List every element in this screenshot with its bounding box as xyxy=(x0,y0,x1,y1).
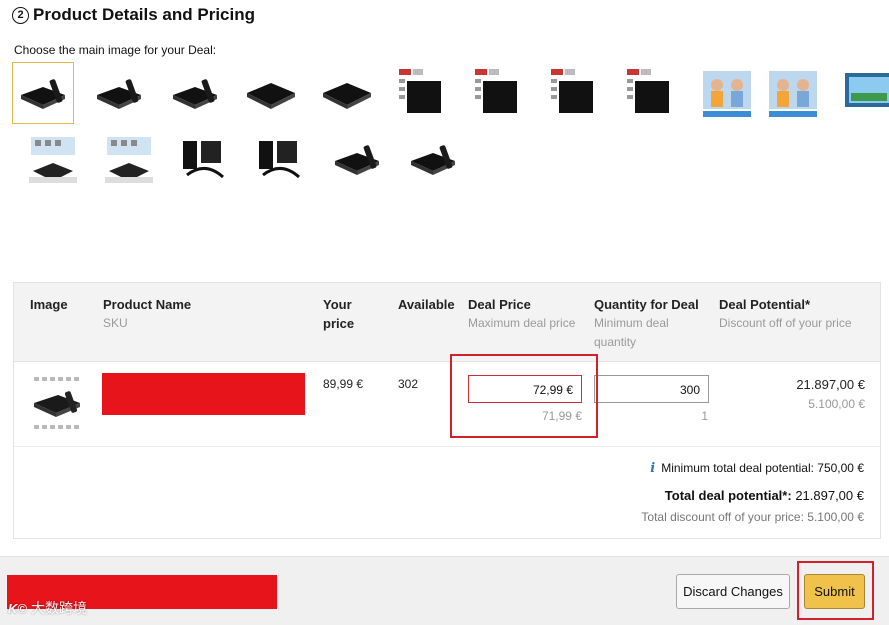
image-thumbnail[interactable] xyxy=(838,62,889,124)
image-thumbnail[interactable] xyxy=(22,128,84,190)
tv-box-remote-icon xyxy=(34,377,80,429)
min-potential-text: Minimum total deal potential: 750,00 € xyxy=(661,461,864,475)
total-discount-text: Total discount off of your price: 5.100,… xyxy=(641,510,864,524)
min-quantity: 1 xyxy=(701,409,708,423)
header-max-deal-price: Maximum deal price xyxy=(468,316,576,330)
image-thumbnail[interactable] xyxy=(12,62,74,124)
section-title: 2 Product Details and Pricing xyxy=(12,5,255,25)
available-count: 302 xyxy=(398,377,419,391)
deal-table: Image Product Name SKU Your price Availa… xyxy=(13,282,881,539)
people-photo-icon xyxy=(703,71,751,117)
submit-highlight xyxy=(797,561,874,620)
image-thumbnail[interactable] xyxy=(250,128,312,190)
accessories-icon xyxy=(259,141,300,179)
header-product-name-label: Product Name xyxy=(103,297,192,312)
image-thumbnail[interactable] xyxy=(392,62,454,124)
watermark-logo: K© xyxy=(8,600,27,616)
min-potential-line: i Minimum total deal potential: 750,00 € xyxy=(650,461,864,476)
deal-price-highlight xyxy=(450,354,598,438)
info-icon: i xyxy=(650,461,656,476)
people-photo-icon xyxy=(769,71,817,117)
watermark-text: 大数跨境 xyxy=(30,600,87,616)
image-thumbnail[interactable] xyxy=(164,62,226,124)
header-deal-potential-label: Deal Potential* xyxy=(719,297,811,312)
tv-box-remote-icon xyxy=(173,79,217,109)
footer-bar: Discard Changes Submit xyxy=(0,556,889,625)
tv-box-infographic-icon xyxy=(399,69,441,113)
header-quantity-label: Quantity for Deal xyxy=(594,297,699,312)
tv-box-icon xyxy=(323,83,371,109)
step-number: 2 xyxy=(12,6,29,24)
deal-potential: 21.897,00 € xyxy=(796,377,865,392)
accessories-icon xyxy=(183,141,224,179)
image-thumbnail[interactable] xyxy=(88,62,150,124)
image-thumbnail[interactable] xyxy=(174,128,236,190)
tv-box-remote-icon xyxy=(21,79,65,109)
header-deal-price: Deal Price Maximum deal price xyxy=(468,295,578,333)
tv-box-infographic-icon xyxy=(475,69,517,113)
header-image: Image xyxy=(30,297,68,312)
setup-photo-icon xyxy=(105,137,153,183)
tv-screen-photo-icon xyxy=(845,73,889,107)
setup-photo-icon xyxy=(29,137,77,183)
header-deal-potential: Deal Potential* Discount off of your pri… xyxy=(719,295,859,333)
your-price: 89,99 € xyxy=(323,377,364,391)
section-title-text: Product Details and Pricing xyxy=(33,5,255,24)
header-your-price: Your price xyxy=(323,297,355,331)
tv-box-remote-icon xyxy=(97,79,141,109)
product-thumbnail xyxy=(28,373,88,433)
total-potential-value: 21.897,00 € xyxy=(795,488,864,503)
tv-box-icon xyxy=(247,83,295,109)
quantity-input[interactable]: 300 xyxy=(594,375,709,403)
watermark: K© 大数跨境 xyxy=(8,598,87,618)
total-potential-line: Total deal potential*: 21.897,00 € xyxy=(665,488,864,503)
image-thumbnail[interactable] xyxy=(240,62,302,124)
tv-box-infographic-icon xyxy=(627,69,669,113)
header-min-quantity: Minimum deal quantity xyxy=(594,316,669,349)
choose-image-label: Choose the main image for your Deal: xyxy=(14,43,217,57)
image-thumbnail[interactable] xyxy=(326,128,388,190)
redacted-product-name xyxy=(102,373,305,415)
image-thumbnail[interactable] xyxy=(620,62,682,124)
table-header: Image Product Name SKU Your price Availa… xyxy=(14,283,880,362)
discount-value: 5.100,00 € xyxy=(808,397,865,411)
image-thumbnail[interactable] xyxy=(696,62,758,124)
image-thumbnail[interactable] xyxy=(98,128,160,190)
header-quantity: Quantity for Deal Minimum deal quantity xyxy=(594,295,714,352)
image-thumbnail[interactable] xyxy=(402,128,464,190)
header-product-name: Product Name SKU xyxy=(103,295,191,333)
table-row: 89,99 € 302 72,99 € 71,99 € 300 1 21.897… xyxy=(14,363,880,447)
tv-box-remote-icon xyxy=(335,145,379,175)
total-potential-label: Total deal potential*: xyxy=(664,488,792,503)
header-sku: SKU xyxy=(103,316,128,330)
header-discount: Discount off of your price xyxy=(719,316,852,330)
image-thumbnail[interactable] xyxy=(468,62,530,124)
tv-box-remote-icon xyxy=(411,145,455,175)
image-thumbnail[interactable] xyxy=(544,62,606,124)
header-available: Available xyxy=(398,297,455,312)
image-thumbnail[interactable] xyxy=(762,62,824,124)
header-deal-price-label: Deal Price xyxy=(468,297,531,312)
tv-box-infographic-icon xyxy=(551,69,593,113)
discard-changes-button[interactable]: Discard Changes xyxy=(676,574,790,609)
image-thumbnail[interactable] xyxy=(316,62,378,124)
